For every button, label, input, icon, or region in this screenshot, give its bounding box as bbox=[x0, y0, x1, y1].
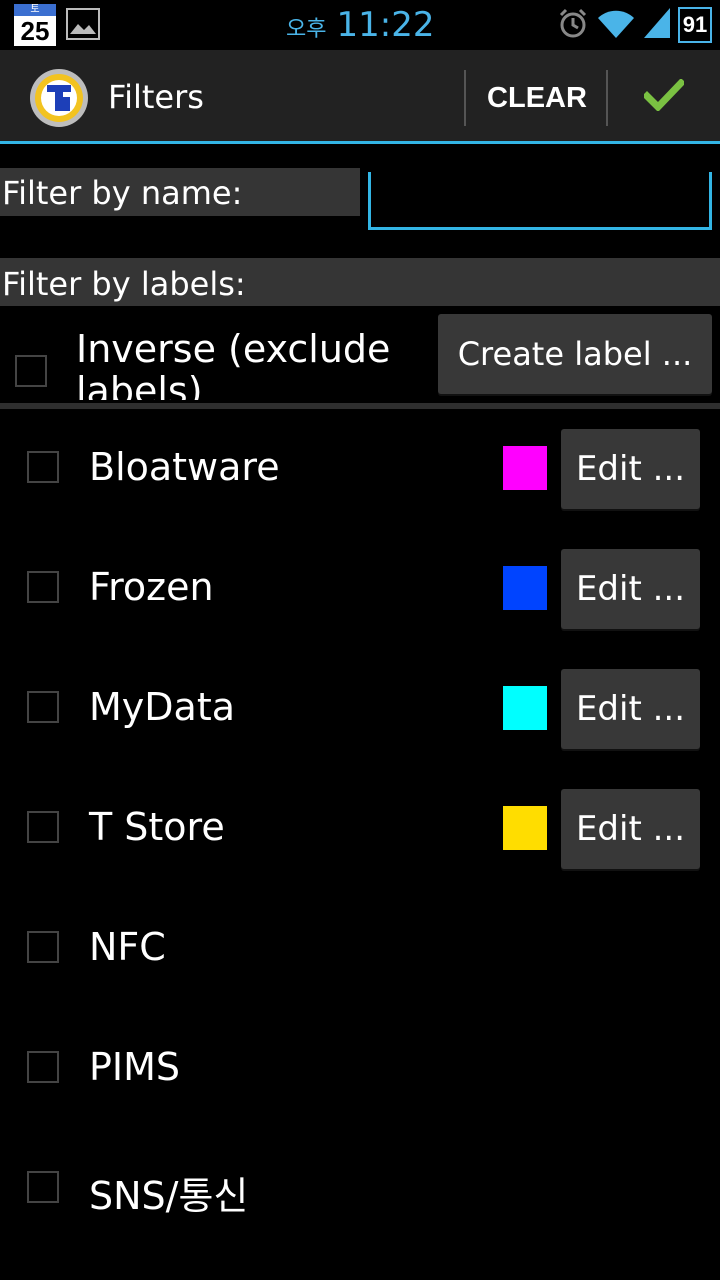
label-checkbox[interactable] bbox=[27, 451, 59, 483]
signal-icon bbox=[642, 6, 672, 44]
titanium-backup-logo-icon[interactable] bbox=[28, 67, 90, 129]
label-color-swatch bbox=[503, 566, 547, 610]
filter-name-input[interactable] bbox=[371, 182, 713, 224]
label-row-frozen[interactable]: Frozen Edit ... bbox=[0, 529, 720, 649]
edit-label-button[interactable]: Edit ... bbox=[561, 429, 700, 509]
edit-label-button[interactable]: Edit ... bbox=[561, 669, 700, 749]
edit-label-button[interactable]: Edit ... bbox=[561, 789, 700, 869]
status-icons: 91 bbox=[556, 6, 712, 44]
create-label-button[interactable]: Create label ... bbox=[438, 314, 712, 394]
label-color-swatch bbox=[503, 446, 547, 490]
edit-label-button[interactable]: Edit ... bbox=[561, 549, 700, 629]
label-name: NFC bbox=[89, 925, 166, 969]
label-name: Bloatware bbox=[89, 445, 280, 489]
wifi-icon bbox=[596, 6, 636, 44]
label-checkbox[interactable] bbox=[27, 931, 59, 963]
clear-button[interactable]: CLEAR bbox=[468, 50, 606, 144]
page-title: Filters bbox=[108, 78, 204, 116]
label-row-sns[interactable]: SNS/통신 bbox=[0, 1129, 720, 1249]
confirm-button[interactable] bbox=[608, 50, 720, 144]
label-row-bloatware[interactable]: Bloatware Edit ... bbox=[0, 409, 720, 529]
label-row-mydata[interactable]: MyData Edit ... bbox=[0, 649, 720, 769]
status-time: 11:22 bbox=[336, 5, 435, 45]
label-name: PIMS bbox=[89, 1045, 181, 1089]
calendar-icon: 토 25 bbox=[14, 4, 56, 46]
label-color-swatch bbox=[503, 686, 547, 730]
inverse-label[interactable]: Inverse (exclude labels) bbox=[76, 328, 426, 400]
filter-name-field[interactable] bbox=[368, 172, 713, 230]
alarm-icon bbox=[556, 6, 590, 44]
picture-icon bbox=[66, 8, 100, 40]
inverse-checkbox[interactable] bbox=[15, 355, 47, 387]
label-row-pims[interactable]: PIMS bbox=[0, 1009, 720, 1129]
label-checkbox[interactable] bbox=[27, 1171, 59, 1203]
battery-icon: 91 bbox=[678, 7, 712, 43]
label-color-swatch bbox=[503, 806, 547, 850]
label-checkbox[interactable] bbox=[27, 691, 59, 723]
label-checkbox[interactable] bbox=[27, 1051, 59, 1083]
label-checkbox[interactable] bbox=[27, 571, 59, 603]
label-row-t-store[interactable]: T Store Edit ... bbox=[0, 769, 720, 889]
label-checkbox[interactable] bbox=[27, 811, 59, 843]
status-ampm: 오후 bbox=[286, 17, 327, 42]
action-bar: Filters CLEAR bbox=[0, 50, 720, 144]
checkmark-icon bbox=[642, 78, 686, 115]
filter-by-labels-label: Filter by labels: bbox=[0, 258, 720, 306]
label-name: MyData bbox=[89, 685, 236, 729]
label-name: T Store bbox=[89, 805, 225, 849]
label-row-nfc[interactable]: NFC bbox=[0, 889, 720, 1009]
status-clock: 오후 11:22 bbox=[286, 3, 434, 47]
filter-by-name-label: Filter by name: bbox=[0, 168, 360, 216]
action-bar-separator bbox=[464, 70, 466, 126]
label-name: SNS/통신 bbox=[89, 1174, 249, 1218]
calendar-weekday: 토 bbox=[14, 4, 56, 16]
status-bar: 토 25 오후 11:22 91 bbox=[0, 0, 720, 50]
calendar-day: 25 bbox=[14, 16, 56, 46]
label-name: Frozen bbox=[89, 565, 214, 609]
